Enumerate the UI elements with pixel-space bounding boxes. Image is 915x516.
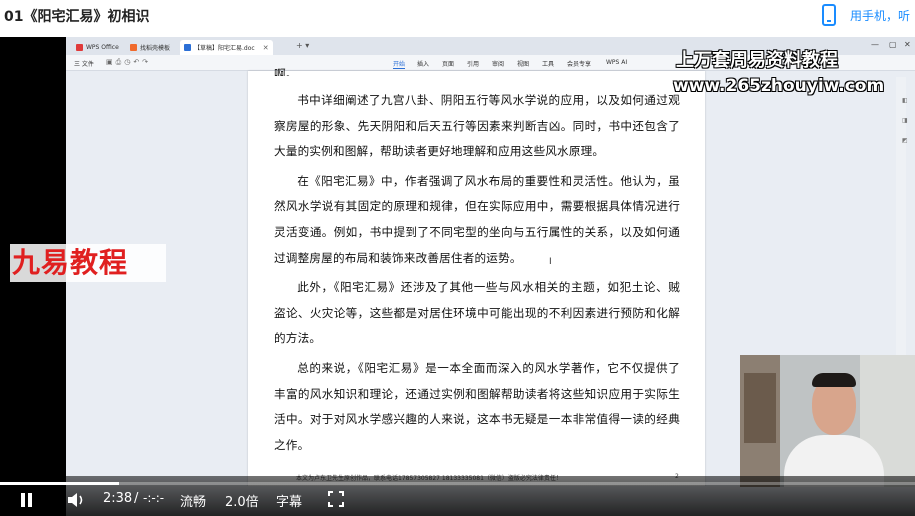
- progress-bar[interactable]: [0, 482, 915, 485]
- paragraph: 此外，《阳宅汇易》还涉及了其他一些与风水相关的主题，如犯土论、贼盗论、火灾论等，…: [274, 280, 680, 346]
- word-doc-icon: [184, 44, 191, 51]
- fullscreen-icon[interactable]: [328, 491, 344, 507]
- quality-button[interactable]: 流畅: [180, 491, 206, 510]
- menu-insert[interactable]: 插入: [417, 59, 429, 68]
- watermark-title: 上万套周易资料教程: [676, 50, 838, 71]
- quick-access-icons[interactable]: ▣⎙◷↶↷: [106, 58, 151, 67]
- webcam-shelf: [744, 373, 776, 443]
- text-cursor-icon: I: [549, 257, 552, 267]
- document-fragment: 啊。: [274, 68, 298, 76]
- menu-tools[interactable]: 工具: [542, 59, 554, 68]
- volume-icon[interactable]: [66, 491, 86, 509]
- tab-label: 找稻壳模板: [140, 45, 171, 52]
- template-icon: [130, 44, 137, 51]
- listen-on-phone-label: 用手机，听: [850, 8, 911, 23]
- document-body: 啊。 书中详细阐述了九宫八卦、阴阳五行等风水学说的应用，以及如何通过观察房屋的形…: [274, 68, 680, 458]
- tab-label: 【草稿】阳宅汇易.doc: [194, 45, 255, 52]
- tab-wps-office[interactable]: WPS Office: [72, 40, 123, 55]
- course-title: 01《阳宅汇易》初相识: [4, 9, 150, 25]
- side-tool-icon[interactable]: ◨: [902, 117, 912, 127]
- menu-references[interactable]: 引用: [467, 59, 479, 68]
- tab-document[interactable]: 【草稿】阳宅汇易.doc ✕: [180, 40, 273, 55]
- menu-member[interactable]: 会员专享: [567, 59, 591, 68]
- current-time: 2:38: [103, 491, 133, 506]
- total-time: -:-:-: [143, 491, 165, 505]
- watermark-logo: 九易教程: [10, 244, 166, 282]
- side-tool-icon[interactable]: ◩: [902, 137, 912, 147]
- speed-button[interactable]: 2.0倍: [225, 491, 259, 510]
- menu-view[interactable]: 视图: [517, 59, 529, 68]
- webcam-overlay: [740, 355, 915, 487]
- time-separator: /: [134, 491, 139, 506]
- tab-templates[interactable]: 找稻壳模板: [126, 40, 174, 55]
- listen-on-phone-button[interactable]: 用手机，听: [822, 4, 910, 26]
- presenter-hair: [812, 373, 856, 387]
- paragraph: 总的来说，《阳宅汇易》是一本全面而深入的风水学著作，它不仅提供了丰富的风水知识和…: [274, 360, 680, 452]
- pause-icon[interactable]: [20, 493, 34, 507]
- video-player[interactable]: WPS Office 找稻壳模板 【草稿】阳宅汇易.doc ✕ + ▾ — ▢ …: [0, 37, 915, 516]
- menu-review[interactable]: 审阅: [492, 59, 504, 68]
- new-tab-icon[interactable]: + ▾: [296, 41, 309, 50]
- course-header: 01《阳宅汇易》初相识 用手机，听: [0, 0, 915, 35]
- document-page[interactable]: 啊。 书中详细阐述了九宫八卦、阴阳五行等风水学说的应用，以及如何通过观察房屋的形…: [248, 68, 705, 516]
- paragraph: 书中详细阐述了九宫八卦、阴阳五行等风水学说的应用，以及如何通过观察房屋的形象、先…: [274, 93, 680, 159]
- menu-wps-ai[interactable]: WPS AI: [606, 59, 627, 66]
- tab-label: WPS Office: [86, 44, 119, 51]
- file-menu[interactable]: 三 文件: [74, 59, 94, 68]
- paragraph: 在《阳宅汇易》中，作者强调了风水布局的重要性和灵活性。他认为，虽然风水学说有其固…: [274, 173, 680, 265]
- watermark-site: www.265zhouyiw.com: [673, 76, 885, 96]
- phone-icon: [822, 4, 836, 26]
- progress-fill: [0, 482, 119, 485]
- close-window-icon[interactable]: ✕: [904, 40, 911, 49]
- side-tool-icon[interactable]: ◧: [902, 97, 912, 107]
- wps-logo-icon: [76, 44, 83, 51]
- menu-page[interactable]: 页面: [442, 59, 454, 68]
- subtitle-button[interactable]: 字幕: [276, 491, 302, 510]
- minimize-icon[interactable]: —: [871, 40, 879, 49]
- close-icon[interactable]: ✕: [263, 44, 269, 52]
- maximize-icon[interactable]: ▢: [889, 40, 897, 49]
